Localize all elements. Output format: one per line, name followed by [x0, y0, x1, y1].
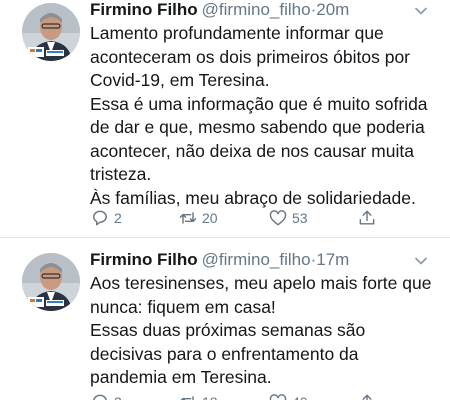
retweet-button[interactable]: 20	[178, 206, 218, 230]
tweet-actions: 2 20 53	[90, 206, 390, 230]
tweet[interactable]: Firmino Filho @firmino_filho·17m Aos tere…	[0, 239, 450, 400]
share-icon	[362, 394, 372, 400]
retweet-count: 20	[202, 210, 218, 226]
author-name[interactable]: Firmino Filho	[90, 250, 198, 269]
retweet-button[interactable]: 18	[178, 390, 218, 400]
reply-count: 2	[114, 394, 122, 400]
author-handle[interactable]: @firmino_filho	[202, 250, 311, 269]
avatar[interactable]	[22, 3, 80, 61]
tweet[interactable]: Firmino Filho @firmino_filho·20m Lamento …	[0, 0, 450, 238]
tweet-header: Firmino Filho @firmino_filho·20m	[90, 0, 426, 20]
tweet-text: Aos teresinenses, meu apelo mais forte q…	[90, 272, 435, 390]
timestamp[interactable]: 20m	[316, 0, 349, 19]
share-button[interactable]	[357, 206, 381, 230]
like-button[interactable]: 53	[268, 206, 308, 230]
chevron-down-icon[interactable]	[414, 4, 428, 18]
retweet-count: 18	[202, 394, 218, 400]
tweet-paragraph: Essas duas próximas semanas são decisiva…	[90, 320, 366, 387]
author-handle[interactable]: @firmino_filho	[202, 0, 311, 19]
chevron-down-icon[interactable]	[414, 254, 428, 268]
heart-icon	[269, 394, 287, 400]
reply-button[interactable]: 2	[90, 206, 122, 230]
reply-button[interactable]: 2	[90, 390, 122, 400]
like-button[interactable]: 40	[268, 390, 308, 400]
heart-icon	[269, 210, 287, 226]
tweet-actions: 2 18 40	[90, 390, 390, 400]
timestamp[interactable]: 17m	[316, 250, 349, 269]
reply-count: 2	[114, 210, 122, 226]
tweet-header: Firmino Filho @firmino_filho·17m	[90, 250, 426, 270]
avatar[interactable]	[22, 253, 80, 311]
tweet-paragraph: Aos teresinenses, meu apelo mais forte q…	[90, 273, 432, 317]
reply-icon	[93, 394, 107, 400]
reply-icon	[93, 210, 107, 226]
share-icon	[359, 210, 375, 225]
retweet-icon	[179, 212, 197, 224]
like-count: 40	[292, 394, 308, 400]
share-button[interactable]	[357, 390, 381, 400]
like-count: 53	[292, 210, 308, 226]
author-name[interactable]: Firmino Filho	[90, 0, 198, 19]
tweet-feed: Firmino Filho @firmino_filho·20m Lamento …	[0, 0, 450, 400]
tweet-text: Lamento profundamente informar que acont…	[90, 22, 435, 210]
retweet-icon	[180, 396, 194, 400]
tweet-paragraph: Essa é uma informação que é muito sofrid…	[90, 93, 428, 185]
tweet-divider	[0, 237, 450, 238]
tweet-paragraph: Lamento profundamente informar que acont…	[90, 23, 411, 90]
